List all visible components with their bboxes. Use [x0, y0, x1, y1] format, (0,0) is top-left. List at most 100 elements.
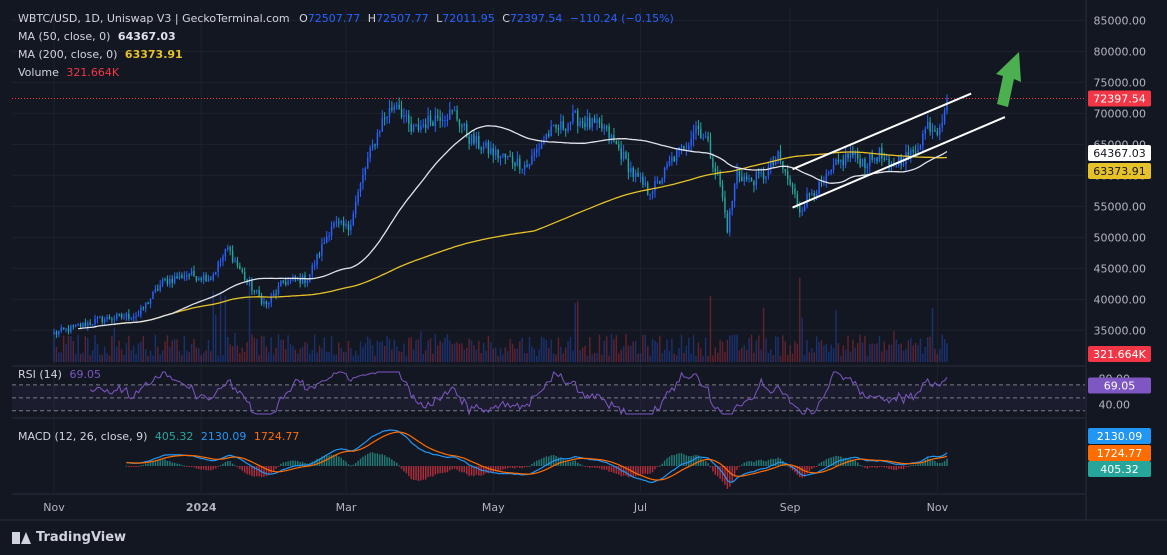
volume-bar [707, 355, 709, 362]
candle-body [627, 158, 630, 173]
macd-histogram-bar [507, 466, 509, 469]
candle-body [724, 197, 726, 213]
price-chart[interactable]: 85000.0080000.0075000.0070000.0065000.00… [0, 0, 1167, 555]
candle-body [516, 158, 519, 166]
macd-histogram-bar [856, 462, 859, 466]
candle-body [714, 167, 717, 173]
candle-body [352, 213, 354, 226]
volume-bar [796, 343, 799, 362]
volume-bar [934, 348, 936, 362]
macd-histogram-bar [905, 466, 907, 468]
candle-body [729, 210, 731, 233]
candle-body [393, 106, 396, 110]
volume-bar [649, 355, 651, 362]
volume-bar [58, 352, 60, 362]
volume-bar [188, 352, 190, 362]
candlesticks[interactable] [53, 94, 948, 339]
candle-body [601, 123, 603, 129]
macd-histogram-bar [738, 466, 741, 467]
volume-bar [144, 349, 147, 362]
volume-bar [726, 339, 729, 362]
volume-bar [794, 341, 796, 362]
volume-bar [572, 350, 574, 362]
candle-body [451, 109, 453, 111]
macd-histogram-bar [277, 466, 280, 467]
volume-bar [304, 342, 306, 362]
macd-histogram-bar [410, 466, 412, 480]
volume-bar [709, 295, 712, 362]
macd-histogram-bar [864, 466, 866, 468]
candle-body [589, 117, 591, 128]
tradingview-logo[interactable]: TradingView [12, 530, 126, 545]
volume-bar [437, 345, 439, 362]
ma200-legend[interactable]: MA (200, close, 0) 63373.91 [18, 48, 183, 61]
volume-bar [391, 349, 393, 362]
volume-bar [786, 355, 789, 362]
macd-histogram-bar [943, 461, 946, 466]
candle-body [202, 275, 205, 280]
candle-body [625, 151, 627, 159]
macd-histogram-bar [818, 463, 820, 466]
macd-histogram-bar [340, 457, 342, 466]
macd-histogram-bar [608, 466, 610, 472]
macd-histogram-bar [678, 453, 680, 466]
macd-histogram-bar [227, 461, 229, 466]
macd-histogram-bar [535, 460, 538, 466]
volume-bar [116, 346, 118, 362]
candle-body [700, 128, 702, 139]
macd-legend[interactable]: MACD (12, 26, close, 9) 405.32 2130.09 1… [18, 430, 299, 443]
candle-body [608, 126, 610, 139]
volume-bar [685, 345, 688, 362]
macd-histogram-bar [647, 466, 649, 475]
candle-body [395, 104, 398, 107]
candle-body [388, 108, 391, 117]
macd-histogram-bar [352, 464, 354, 466]
macd-histogram-bar [946, 458, 948, 466]
candle-body [152, 291, 154, 299]
time-axis[interactable]: Nov 2024 Mar May Jul Sep Nov [0, 501, 1167, 521]
candle-body [842, 159, 844, 165]
volume-bar [828, 351, 830, 362]
candle-body [692, 132, 695, 139]
volume-bar [922, 353, 924, 362]
candle-body [639, 176, 642, 178]
volume-bar [287, 335, 289, 362]
ma50-legend[interactable]: MA (50, close, 0) 64367.03 [18, 30, 176, 43]
candle-body [521, 168, 523, 170]
candle-body [275, 293, 277, 295]
macd-histogram-bar [917, 464, 919, 466]
volume-bar [417, 339, 420, 362]
rsi-legend[interactable]: RSI (14) 69.05 [18, 368, 101, 381]
volume-bar [388, 339, 391, 362]
volume-bar [444, 337, 446, 362]
symbol-title[interactable]: WBTC/USD, 1D, Uniswap V3 | GeckoTerminal… [18, 12, 290, 25]
high-value: 72507.77 [376, 12, 429, 25]
volume-bar [369, 339, 371, 362]
candle-body [719, 173, 721, 185]
volume-legend[interactable]: Volume 321.664K [18, 66, 119, 79]
open-value: 72507.77 [307, 12, 361, 25]
candle-body [458, 119, 461, 126]
volume-bar [465, 347, 468, 362]
candle-body [615, 141, 618, 145]
volume-bar [395, 346, 398, 362]
candle-body [837, 159, 840, 163]
volume-bar [878, 335, 881, 362]
volume-bar [866, 355, 869, 362]
volume-bar [253, 337, 256, 362]
candle-body [287, 280, 289, 285]
rsi-pane[interactable] [12, 371, 1085, 416]
candle-body [866, 166, 869, 169]
macd-histogram-bar [557, 457, 560, 466]
macd-histogram-bar [171, 462, 173, 466]
volume-bar [224, 295, 227, 362]
volume-bar [581, 347, 584, 362]
volume-bar [642, 334, 644, 362]
candle-body [263, 301, 265, 304]
candle-body [99, 317, 101, 319]
candle-body [922, 133, 924, 146]
macd-histogram-bar [362, 456, 364, 466]
candle-body [511, 156, 514, 163]
price-tick-label: 40000.00 [1094, 293, 1147, 306]
volume-bar [864, 335, 866, 362]
